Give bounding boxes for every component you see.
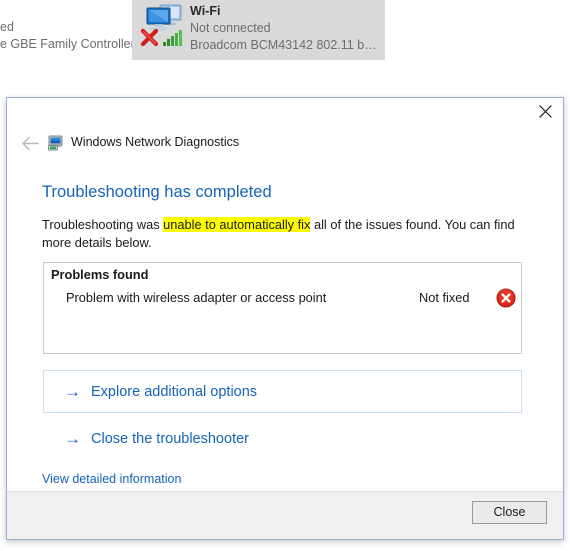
intro-paragraph: Troubleshooting was unable to automatica… — [42, 216, 532, 252]
intro-text-before: Troubleshooting was — [42, 217, 164, 232]
close-x-icon[interactable] — [530, 98, 560, 125]
close-troubleshooter-label: Close the troubleshooter — [91, 430, 249, 447]
dialog-nav-row: Windows Network Diagnostics — [7, 128, 563, 158]
windows-network-diagnostics-dialog: Windows Network Diagnostics Troubleshoot… — [6, 97, 564, 540]
wifi-connection-icon-group — [140, 4, 188, 48]
intro-highlighted-text: unable to automatically fix — [163, 217, 311, 232]
dialog-body: Troubleshooting has completed Troublesho… — [7, 162, 563, 491]
view-detailed-information-link[interactable]: View detailed information — [42, 472, 181, 486]
network-connection-item-wifi[interactable]: Wi-Fi Not connected Broadcom BCM43142 80… — [132, 0, 385, 60]
dialog-titlebar — [7, 98, 563, 126]
dialog-app-title: Windows Network Diagnostics — [71, 135, 240, 149]
table-row: Problem with wireless adapter or access … — [44, 288, 521, 311]
status-badge: Not fixed — [419, 290, 470, 305]
explore-additional-options-action[interactable]: → Explore additional options — [43, 370, 522, 413]
arrow-right-icon: → — [64, 429, 81, 448]
network-diagnostics-icon — [47, 134, 65, 152]
red-x-icon — [140, 28, 159, 52]
background-text-fragment-1: ed — [0, 20, 14, 34]
wifi-connection-details: Wi-Fi Not connected Broadcom BCM43142 80… — [190, 3, 382, 54]
close-button[interactable]: Close — [472, 501, 547, 524]
background-text-fragment-2: e GBE Family Controller — [0, 37, 135, 51]
explore-action-inner: → Explore additional options — [64, 371, 257, 412]
problem-description: Problem with wireless adapter or access … — [66, 290, 327, 305]
error-circle-icon — [496, 288, 516, 308]
explore-additional-options-label: Explore additional options — [91, 383, 258, 400]
wifi-connection-status: Not connected — [190, 21, 271, 35]
wifi-adapter-name: Broadcom BCM43142 802.11 bgn ... — [190, 38, 382, 52]
problems-found-panel: Problems found Problem with wireless ada… — [43, 262, 522, 354]
problems-found-title: Problems found — [51, 267, 149, 282]
signal-bars-icon — [162, 28, 182, 52]
dialog-footer: Close — [7, 491, 563, 539]
close-troubleshooter-action[interactable]: → Close the troubleshooter — [43, 417, 522, 460]
close-troubleshooter-action-inner: → Close the troubleshooter — [64, 418, 249, 459]
wifi-connection-name: Wi-Fi — [190, 4, 221, 18]
page-title: Troubleshooting has completed — [42, 183, 272, 201]
arrow-right-icon: → — [64, 382, 81, 401]
back-arrow-icon[interactable] — [15, 130, 45, 156]
background-network-connections-window: ed e GBE Family Controller Wi-Fi Not con… — [0, 0, 570, 95]
